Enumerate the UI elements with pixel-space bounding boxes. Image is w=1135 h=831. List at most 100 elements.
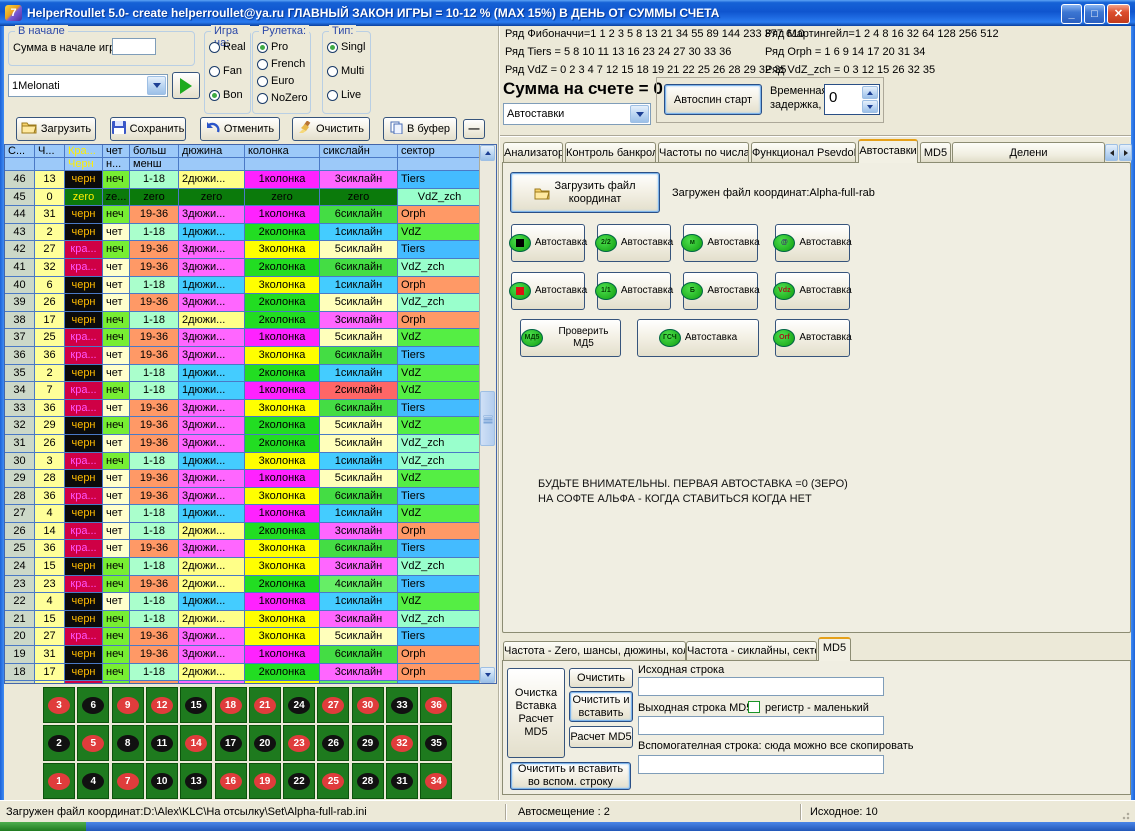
table-row[interactable]: 4132кра...чет19-363дюжи...2колонка6сикла… — [5, 259, 482, 277]
column-header[interactable]: колонка — [245, 145, 320, 158]
table-row[interactable]: 274чернчет1-181дюжи...1колонка1сиклайнVd… — [5, 505, 482, 523]
spinner-up-icon[interactable] — [862, 86, 878, 99]
table-row[interactable]: 4613черннеч1-182дюжи...1колонка3сиклайнT… — [5, 171, 482, 189]
big-bet-button[interactable]: БАвтоставкаБОЛЬШОЕ — [683, 272, 758, 310]
table-row[interactable]: 347кра...неч1-181дюжи...1колонка2сиклайн… — [5, 382, 482, 400]
radio-multi[interactable]: Multi — [327, 65, 364, 77]
radio-real[interactable]: Real — [209, 41, 246, 53]
roulette-number-11[interactable]: 11 — [146, 725, 178, 761]
table-row[interactable]: 3817черннеч1-182дюжи...2колонка3сиклайнO… — [5, 312, 482, 330]
table-scrollbar[interactable] — [479, 145, 496, 683]
chevron-down-icon[interactable] — [630, 105, 649, 123]
roulette-number-6[interactable]: 6 — [77, 687, 109, 723]
radio-french[interactable]: French — [257, 58, 305, 70]
collapse-button[interactable]: — — [463, 119, 485, 139]
profile-combo[interactable]: 1Melonati — [8, 74, 168, 97]
column-header[interactable] — [35, 158, 65, 171]
md5-aux-input[interactable] — [638, 755, 884, 774]
roulette-number-31[interactable]: 31 — [386, 763, 418, 799]
save-button[interactable]: Сохранить — [110, 117, 186, 141]
column-header[interactable]: Кра... — [65, 145, 103, 158]
delay-spinner[interactable]: 0 — [824, 84, 880, 115]
column-header[interactable]: Черн — [65, 158, 103, 171]
roulette-number-22[interactable]: 22 — [283, 763, 315, 799]
roulette-number-36[interactable]: 36 — [420, 687, 452, 723]
roulette-number-30[interactable]: 30 — [352, 687, 384, 723]
roulette-number-7[interactable]: 7 — [112, 763, 144, 799]
table-row[interactable]: 303кра...неч1-181дюжи...3колонка1сиклайн… — [5, 453, 482, 471]
column-header[interactable]: больш — [130, 145, 179, 158]
roulette-number-17[interactable]: 17 — [215, 725, 247, 761]
red-bet-button[interactable]: Автоставкакрасное — [511, 272, 585, 310]
roulette-number-35[interactable]: 35 — [420, 725, 452, 761]
column-header[interactable]: дюжина — [179, 145, 245, 158]
table-row[interactable]: 432чернчет1-181дюжи...2колонка1сиклайнVd… — [5, 224, 482, 242]
roulette-number-19[interactable]: 19 — [249, 763, 281, 799]
table-row[interactable]: 4227кра...неч19-363дюжи...3колонка5сикла… — [5, 241, 482, 259]
column-header[interactable] — [179, 158, 245, 171]
random18-button[interactable]: ГСЧАвтоставка18 случайных — [637, 319, 759, 357]
radio-live[interactable]: Live — [327, 89, 361, 101]
md5-source-input[interactable] — [638, 677, 884, 696]
tab-scroll-right-icon[interactable] — [1119, 144, 1132, 161]
roulette-number-29[interactable]: 29 — [352, 725, 384, 761]
roulette-number-10[interactable]: 10 — [146, 763, 178, 799]
roulette-number-1[interactable]: 1 — [43, 763, 75, 799]
tab-контроль-банкролла[interactable]: Контроль банкролла — [565, 142, 656, 163]
md5-out-input[interactable] — [638, 716, 884, 735]
roulette-number-27[interactable]: 27 — [317, 687, 349, 723]
column-header[interactable] — [398, 158, 482, 171]
roulette-number-4[interactable]: 4 — [77, 763, 109, 799]
radio-euro[interactable]: Euro — [257, 75, 294, 87]
black-bet-button[interactable]: Автоставкачерное — [511, 224, 585, 262]
column-header[interactable]: чет — [103, 145, 130, 158]
spinner-down-icon[interactable] — [862, 100, 878, 113]
mode-combo[interactable]: Автоставки — [503, 103, 651, 125]
radio-singl[interactable]: Singl — [327, 41, 365, 53]
bottom-tab-1[interactable]: Частота - сиклайны, сектора — [686, 641, 817, 661]
odd-bet-button[interactable]: 1/1Автоставканечетное — [597, 272, 671, 310]
table-row[interactable]: 1931черннеч19-363дюжи...1колонка6сиклайн… — [5, 646, 482, 664]
autospin-start-button[interactable]: Автоспин старт — [664, 84, 762, 115]
roulette-number-21[interactable]: 21 — [249, 687, 281, 723]
column-header[interactable]: н... — [103, 158, 130, 171]
play-button[interactable] — [172, 72, 200, 99]
even-bet-button[interactable]: 2/2Автоставкачетное — [597, 224, 671, 262]
table-row[interactable]: 3636кра...чет19-363дюжи...3колонка6сикла… — [5, 347, 482, 365]
roulette-number-2[interactable]: 2 — [43, 725, 75, 761]
roulette-number-18[interactable]: 18 — [215, 687, 247, 723]
md5-clear-paste-calc-button[interactable]: ОчисткаВставкаРасчет MD5 — [507, 668, 565, 758]
maximize-button[interactable]: □ — [1084, 4, 1105, 24]
bottom-tab-2[interactable]: MD5 — [818, 637, 851, 661]
column-header[interactable] — [245, 158, 320, 171]
table-row[interactable]: 1817черннеч1-182дюжи...2колонка3сиклайнO… — [5, 664, 482, 682]
roulette-number-20[interactable]: 20 — [249, 725, 281, 761]
column-header[interactable]: С... — [5, 145, 35, 158]
roulette-number-34[interactable]: 34 — [420, 763, 452, 799]
roulette-number-16[interactable]: 16 — [215, 763, 247, 799]
bottom-tab-0[interactable]: Частота - Zero, шансы, дюжины, колонки — [503, 641, 686, 661]
vdz-bet-button[interactable]: VdzАвтоставкаряд VdZ — [775, 272, 850, 310]
small-bet-button[interactable]: мАвтоставкамалое — [683, 224, 758, 262]
roulette-number-33[interactable]: 33 — [386, 687, 418, 723]
roulette-number-26[interactable]: 26 — [317, 725, 349, 761]
table-row[interactable]: 2536кра...чет19-363дюжи...3колонка6сикла… — [5, 540, 482, 558]
tab-анализатор[interactable]: Анализатор — [503, 142, 563, 163]
tab-md5[interactable]: MD5 — [920, 142, 951, 163]
tier-bet-button[interactable]: @Автоставкаряд Tier — [775, 224, 850, 262]
roulette-number-13[interactable]: 13 — [180, 763, 212, 799]
tab-автоставки[interactable]: Автоставки — [858, 139, 918, 163]
column-header[interactable] — [320, 158, 398, 171]
radio-pro[interactable]: Pro — [257, 41, 288, 53]
scroll-down-icon[interactable] — [480, 667, 495, 683]
table-row[interactable]: 2614кра...чет1-182дюжи...2колонка3сиклай… — [5, 523, 482, 541]
tab-scroll-left-icon[interactable] — [1105, 144, 1118, 161]
load-button[interactable]: Загрузить — [16, 117, 96, 141]
table-row[interactable]: 3126чернчет19-363дюжи...2колонка5сиклайн… — [5, 435, 482, 453]
md5-calc-button[interactable]: Расчет MD5 — [569, 726, 633, 748]
undo-button[interactable]: Отменить — [200, 117, 280, 141]
roulette-number-24[interactable]: 24 — [283, 687, 315, 723]
tab-частоты-по-числам[interactable]: Частоты по числам — [658, 142, 749, 163]
table-row[interactable]: 3229черннеч19-363дюжи...2колонка5сиклайн… — [5, 417, 482, 435]
tab-функционал-psevdoms[interactable]: Функционал PsevdoMS — [751, 142, 856, 163]
